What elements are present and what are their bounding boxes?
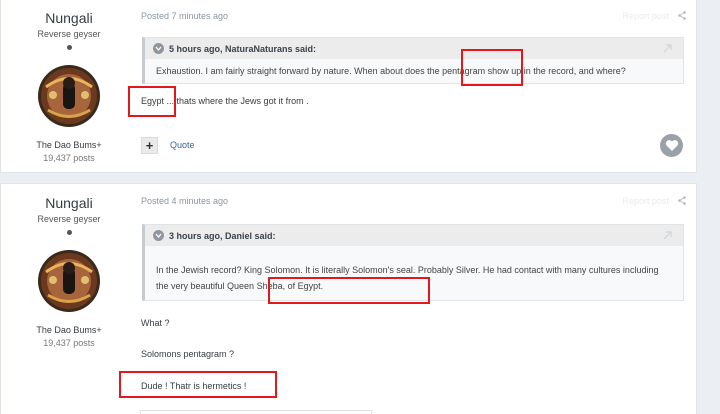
- share-icon[interactable]: [678, 196, 686, 205]
- share-icon[interactable]: [678, 11, 686, 20]
- avatar[interactable]: [38, 65, 100, 127]
- heart-icon: [665, 140, 678, 151]
- rank-dot: [66, 230, 72, 235]
- author-postcount: 19,437 posts: [43, 338, 95, 348]
- quote-header: 5 hours ago, NaturaNaturans said:: [145, 38, 683, 59]
- report-link[interactable]: Report post: [622, 11, 669, 21]
- report-link[interactable]: Report post: [622, 196, 669, 206]
- author-group: The Dao Bums+: [36, 325, 102, 335]
- quote-icon[interactable]: [153, 43, 164, 54]
- author-panel: Nungali Reverse geyser The Dao Bums+ 19,…: [1, 0, 137, 163]
- post-content: Posted 7 minutes ago Report post 5 hours…: [137, 0, 696, 172]
- quote-icon[interactable]: [153, 230, 164, 241]
- quote-header: 3 hours ago, Daniel said:: [145, 225, 683, 246]
- author-name[interactable]: Nungali: [1, 195, 137, 211]
- reply-box[interactable]: [140, 410, 372, 414]
- highlight-box: [268, 277, 430, 304]
- post-meta[interactable]: Posted 7 minutes ago: [141, 11, 228, 21]
- quote-block: 5 hours ago, NaturaNaturans said: Exhaus…: [142, 37, 684, 84]
- post-paragraph: Solomons pentagram ?: [141, 349, 235, 359]
- rank-dot: [66, 45, 72, 50]
- quote-body: Exhaustion. I am fairly straight forward…: [156, 66, 626, 76]
- highlight-box: [128, 86, 176, 117]
- plus-icon: +: [145, 138, 154, 153]
- multiquote-button[interactable]: +: [141, 137, 158, 154]
- author-group: The Dao Bums+: [36, 140, 102, 150]
- arrow-up-right-icon[interactable]: [662, 230, 673, 241]
- author-postcount: 19,437 posts: [43, 153, 95, 163]
- like-button[interactable]: [660, 134, 683, 157]
- quote-button[interactable]: Quote: [170, 140, 195, 150]
- author-title: Reverse geyser: [37, 214, 101, 224]
- post-paragraph: What ?: [141, 318, 170, 328]
- author-name[interactable]: Nungali: [1, 10, 137, 26]
- post-1: Nungali Reverse geyser The Dao Bums+ 19,…: [0, 0, 697, 173]
- author-title: Reverse geyser: [37, 29, 101, 39]
- post-meta[interactable]: Posted 4 minutes ago: [141, 196, 228, 206]
- highlight-box: [461, 49, 523, 86]
- quote-header-text: 3 hours ago, Daniel said:: [169, 230, 276, 241]
- quote-header-text: 5 hours ago, NaturaNaturans said:: [169, 43, 317, 54]
- author-panel: Nungali Reverse geyser The Dao Bums+ 19,…: [1, 184, 137, 348]
- highlight-box: [119, 371, 277, 398]
- arrow-up-right-icon[interactable]: [662, 43, 673, 54]
- avatar[interactable]: [38, 250, 100, 312]
